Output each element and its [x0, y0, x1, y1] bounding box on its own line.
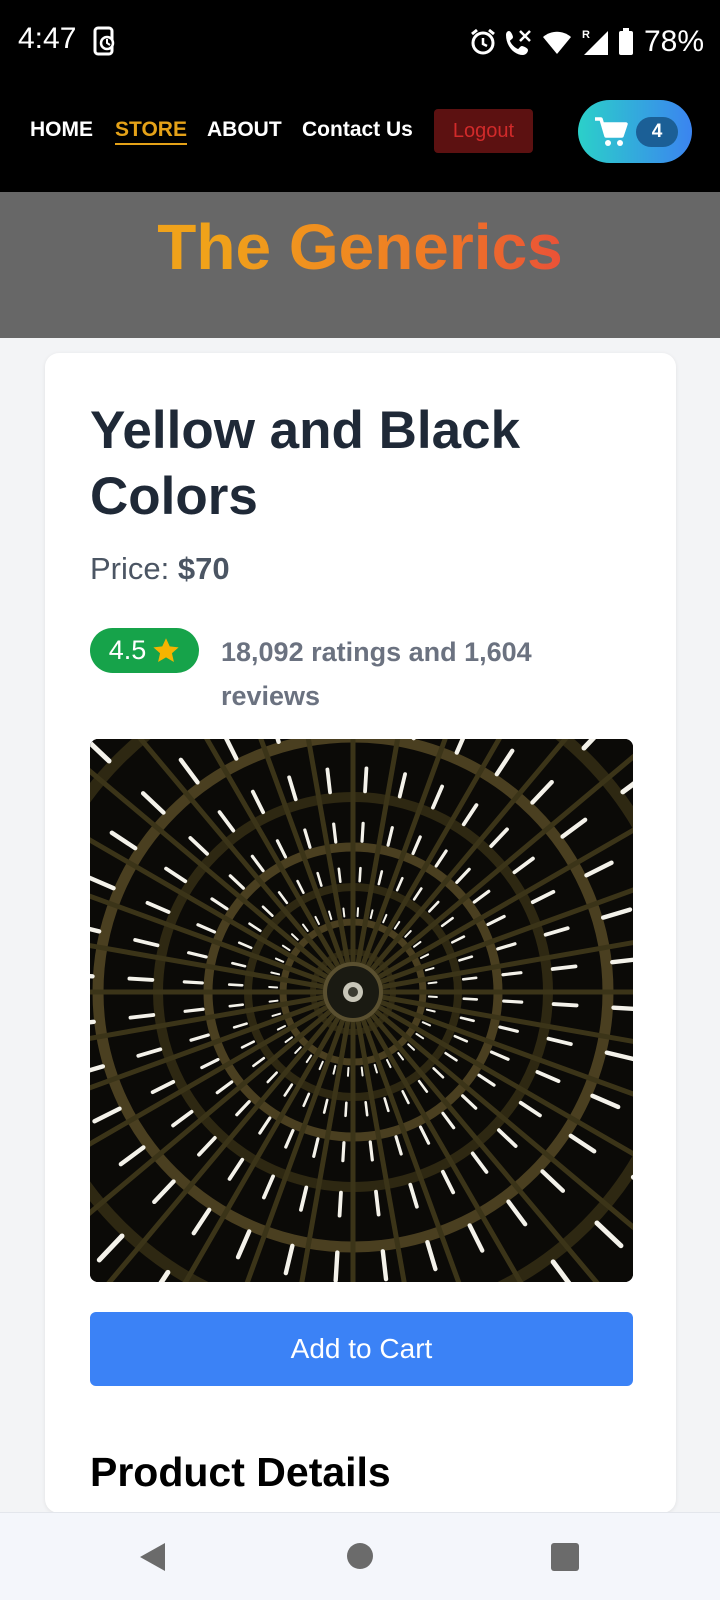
- nav-home-link[interactable]: HOME: [30, 118, 93, 142]
- cart-count-badge: 4: [636, 117, 678, 147]
- product-card: Yellow and Black Colors Price: $70 4.5 1…: [45, 353, 676, 1513]
- cart-icon: [595, 116, 628, 146]
- site-title: The Generics: [0, 210, 720, 284]
- battery-icon: [618, 28, 633, 55]
- sync-icon: [93, 26, 115, 56]
- price-label: Price:: [90, 551, 170, 586]
- product-image-graphic: [90, 739, 633, 1282]
- rating-value: 4.5: [108, 635, 147, 665]
- nav-store-link[interactable]: STORE: [115, 118, 187, 145]
- alarm-icon: [471, 28, 495, 55]
- status-time: 4:47: [18, 22, 77, 55]
- nav-about-link[interactable]: ABOUT: [207, 118, 282, 142]
- wifi-icon: [542, 31, 571, 54]
- nav-contact-link[interactable]: Contact Us: [302, 118, 413, 142]
- rating-badge: 4.5: [90, 628, 199, 673]
- system-navigation-bar: [0, 1512, 720, 1600]
- status-bar: 4:47 R 78%: [0, 0, 720, 84]
- star-icon: [153, 638, 179, 663]
- product-price: Price: $70: [90, 551, 230, 587]
- ratings-count: 18,092 ratings and 1,604 reviews: [221, 637, 532, 711]
- battery-level: 78%: [643, 25, 704, 58]
- hero-banner: The Generics: [0, 192, 720, 338]
- wifi-call-icon: [505, 30, 531, 55]
- cart-button[interactable]: 4: [578, 100, 692, 163]
- product-image: [90, 739, 633, 1282]
- svg-text:R: R: [582, 29, 590, 41]
- signal-roaming-icon: R: [582, 29, 608, 55]
- add-to-cart-button[interactable]: Add to Cart: [90, 1312, 633, 1386]
- back-icon[interactable]: [138, 1541, 168, 1573]
- product-details-heading: Product Details: [90, 1449, 391, 1495]
- recents-icon[interactable]: [551, 1543, 579, 1571]
- product-title: Yellow and Black Colors: [90, 401, 521, 526]
- home-icon[interactable]: [347, 1543, 373, 1569]
- status-icons: R 78%: [470, 22, 704, 62]
- price-value: $70: [177, 551, 230, 586]
- logout-button[interactable]: Logout: [434, 109, 533, 153]
